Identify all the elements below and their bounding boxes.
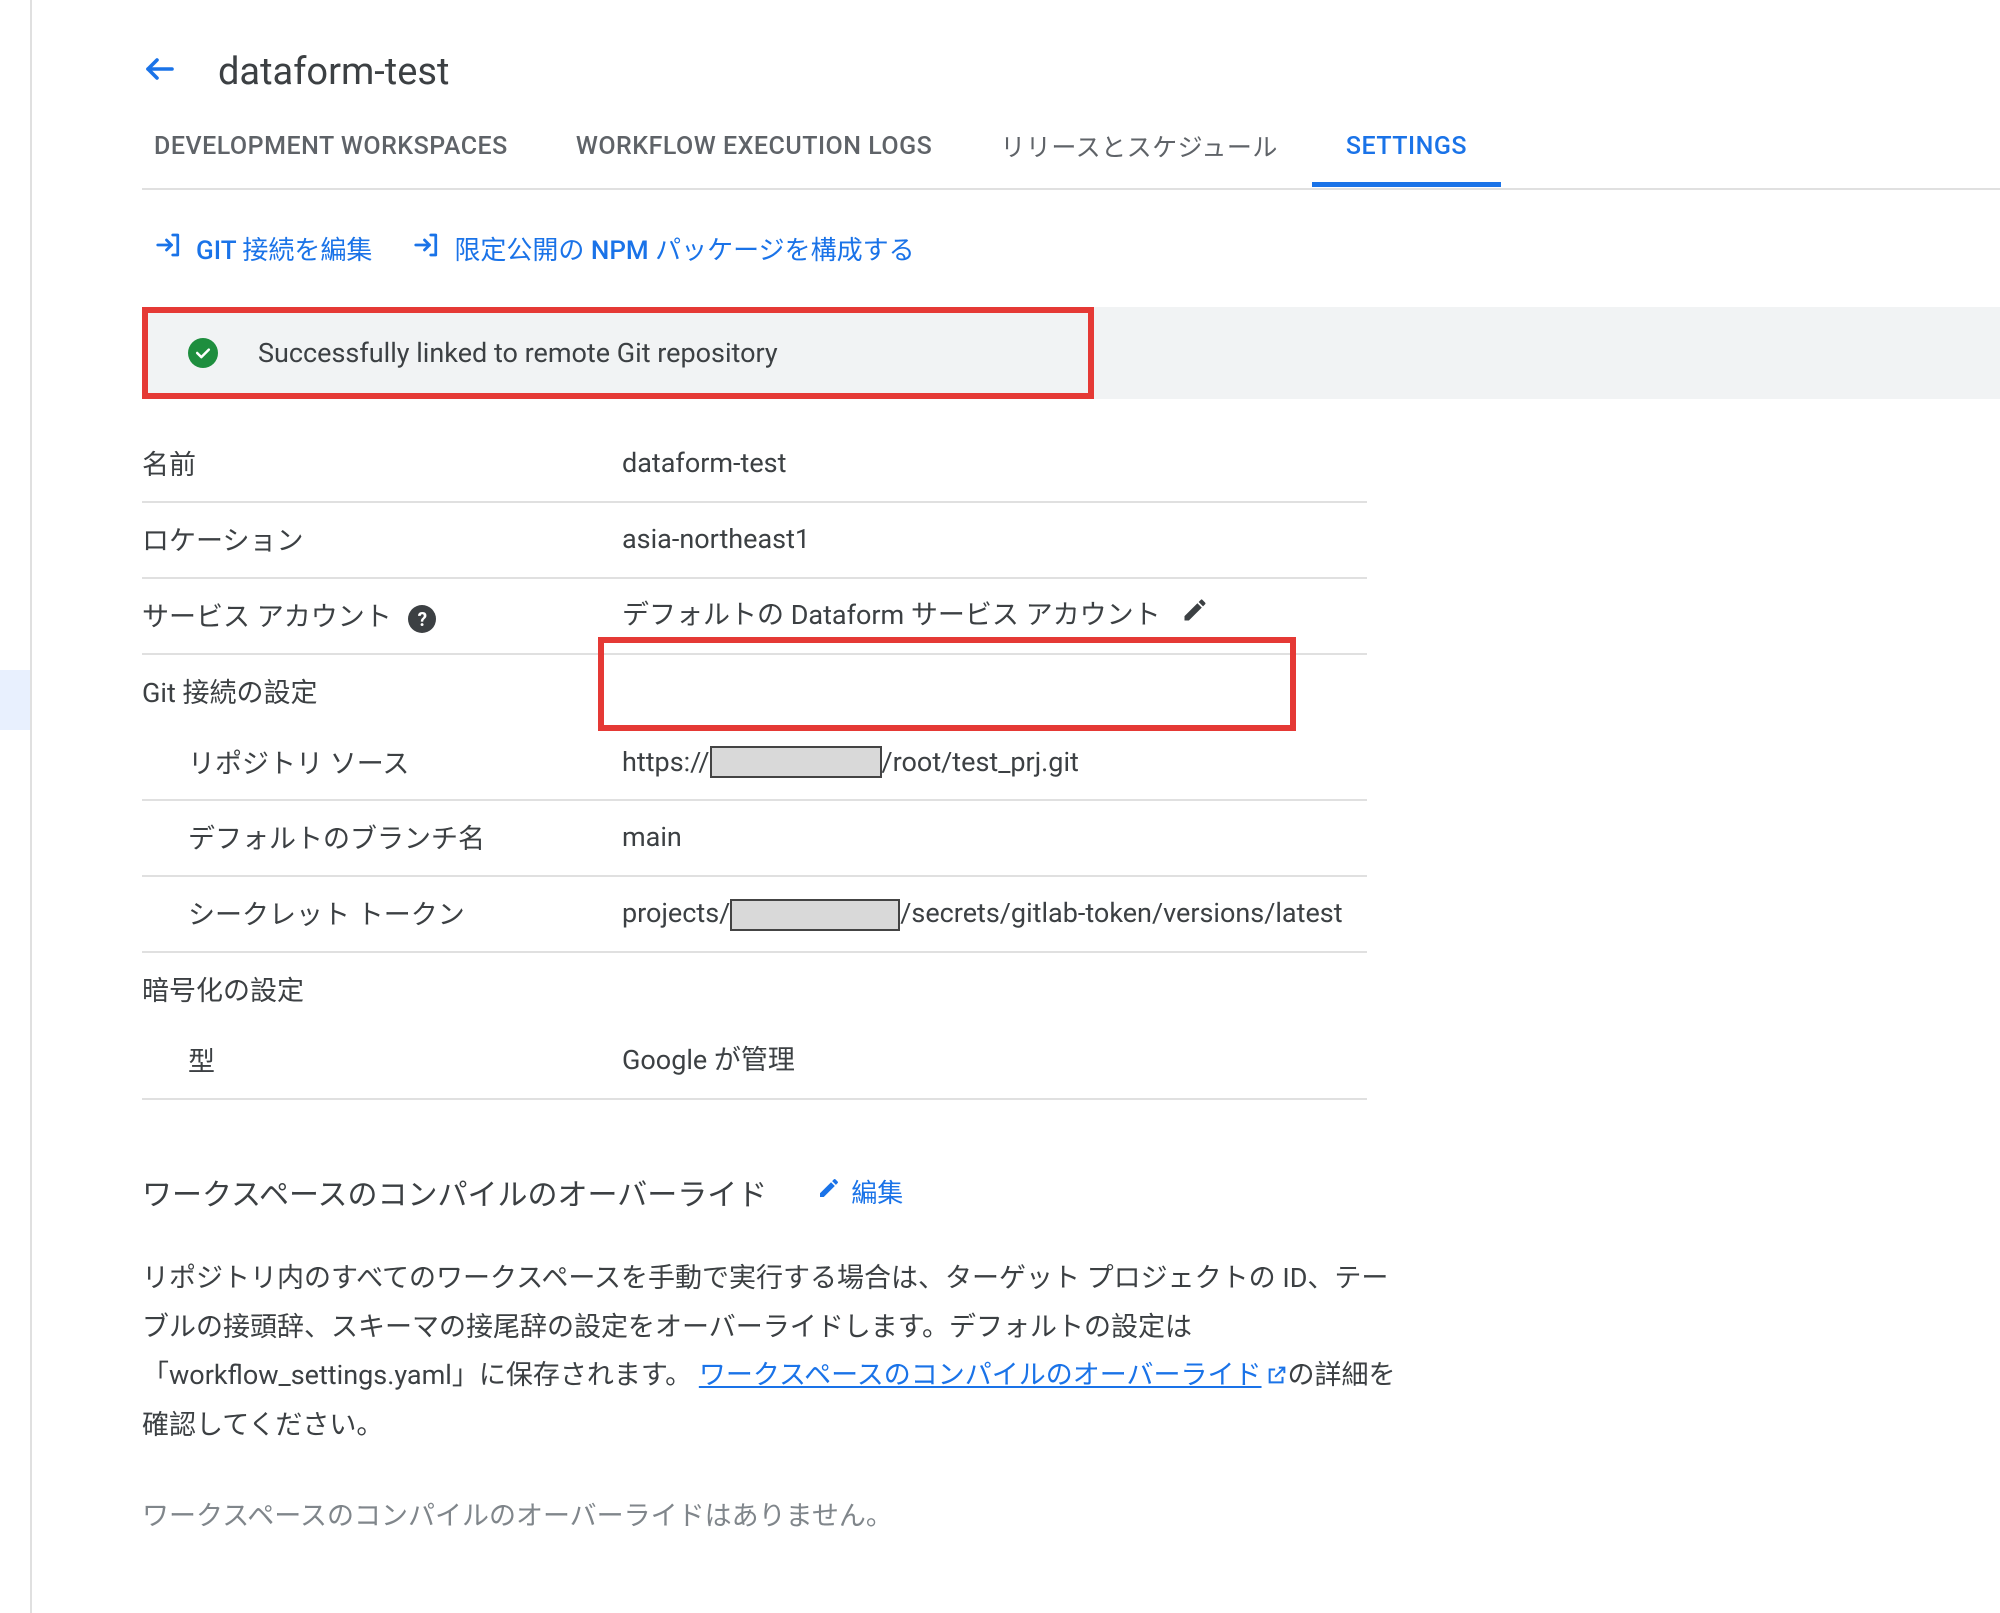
row-secret-token: シークレット トークン projects//secrets/gitlab-tok… xyxy=(142,877,1367,953)
row-name: 名前 dataform-test xyxy=(142,427,1367,503)
tab-releases-schedule[interactable]: リリースとスケジュール xyxy=(966,128,1312,188)
edit-git-connection-button[interactable]: GIT 接続を編集 xyxy=(154,230,372,267)
login-arrow-icon xyxy=(412,230,442,267)
page-header: dataform-test xyxy=(142,40,2000,128)
row-encryption-section-header: 暗号化の設定 xyxy=(142,953,1367,1024)
redacted-host xyxy=(710,746,882,778)
service-account-value: デフォルトの Dataform サービス アカウント xyxy=(622,595,1367,637)
edit-service-account-icon[interactable] xyxy=(1181,595,1209,637)
settings-table: 名前 dataform-test ロケーション asia-northeast1 … xyxy=(142,427,1367,1100)
tab-development-workspaces[interactable]: DEVELOPMENT WORKSPACES xyxy=(142,132,542,185)
overrides-title: ワークスペースのコンパイルのオーバーライド xyxy=(142,1170,767,1214)
location-label: ロケーション xyxy=(142,519,622,561)
encryption-section-label: 暗号化の設定 xyxy=(142,969,622,1008)
banner-message: Successfully linked to remote Git reposi… xyxy=(258,337,778,369)
edit-label: 編集 xyxy=(851,1173,903,1210)
name-label: 名前 xyxy=(142,443,622,485)
name-value: dataform-test xyxy=(622,443,1367,485)
login-arrow-icon xyxy=(154,230,184,267)
pencil-icon xyxy=(817,1176,841,1207)
overrides-doc-link[interactable]: ワークスペースのコンパイルのオーバーライド xyxy=(699,1359,1288,1391)
back-arrow-icon[interactable] xyxy=(142,51,178,94)
overrides-empty-message: ワークスペースのコンパイルのオーバーライドはありません。 xyxy=(142,1494,1402,1533)
git-section-label: Git 接続の設定 xyxy=(142,671,622,710)
encryption-type-value: Google が管理 xyxy=(622,1040,1367,1082)
branch-value: main xyxy=(622,817,1367,859)
branch-label: デフォルトのブランチ名 xyxy=(142,817,622,859)
configure-npm-button[interactable]: 限定公開の NPM パッケージを構成する xyxy=(412,230,914,267)
settings-page: dataform-test DEVELOPMENT WORKSPACES WOR… xyxy=(30,0,2000,1613)
tab-settings[interactable]: SETTINGS xyxy=(1312,132,1501,185)
location-value: asia-northeast1 xyxy=(622,519,1367,561)
banner-container: Successfully linked to remote Git reposi… xyxy=(142,307,2000,399)
edit-overrides-button[interactable]: 編集 xyxy=(817,1173,903,1210)
row-repo-source: リポジトリ ソース https:///root/test_prj.git xyxy=(142,726,1367,802)
secret-value: projects//secrets/gitlab-token/versions/… xyxy=(622,893,1367,935)
repo-source-value: https:///root/test_prj.git xyxy=(622,742,1367,784)
repo-source-label: リポジトリ ソース xyxy=(142,742,622,784)
secret-label: シークレット トークン xyxy=(142,893,622,935)
row-default-branch: デフォルトのブランチ名 main xyxy=(142,801,1367,877)
success-banner: Successfully linked to remote Git reposi… xyxy=(142,307,2000,399)
help-icon[interactable]: ? xyxy=(408,605,436,633)
external-link-icon xyxy=(1266,1353,1288,1402)
tab-workflow-execution-logs[interactable]: WORKFLOW EXECUTION LOGS xyxy=(542,132,967,185)
row-location: ロケーション asia-northeast1 xyxy=(142,503,1367,579)
page-title: dataform-test xyxy=(218,50,449,94)
encryption-type-label: 型 xyxy=(142,1040,622,1082)
selection-indicator xyxy=(0,670,30,730)
redacted-project xyxy=(730,899,900,931)
service-account-label: サービス アカウント ? xyxy=(142,595,622,637)
edit-git-label: GIT 接続を編集 xyxy=(196,230,372,267)
check-circle-icon xyxy=(188,338,218,368)
row-service-account: サービス アカウント ? デフォルトの Dataform サービス アカウント xyxy=(142,579,1367,655)
overrides-section: ワークスペースのコンパイルのオーバーライド 編集 リポジトリ内のすべてのワークス… xyxy=(142,1170,1402,1533)
row-git-section-header: Git 接続の設定 xyxy=(142,655,1367,726)
settings-actions: GIT 接続を編集 限定公開の NPM パッケージを構成する xyxy=(142,190,2000,307)
configure-npm-label: 限定公開の NPM パッケージを構成する xyxy=(454,230,914,267)
tabs-bar: DEVELOPMENT WORKSPACES WORKFLOW EXECUTIO… xyxy=(142,128,2000,190)
row-encryption-type: 型 Google が管理 xyxy=(142,1024,1367,1100)
overrides-description: リポジトリ内のすべてのワークスペースを手動で実行する場合は、ターゲット プロジェ… xyxy=(142,1254,1402,1450)
overrides-header: ワークスペースのコンパイルのオーバーライド 編集 xyxy=(142,1170,1402,1214)
